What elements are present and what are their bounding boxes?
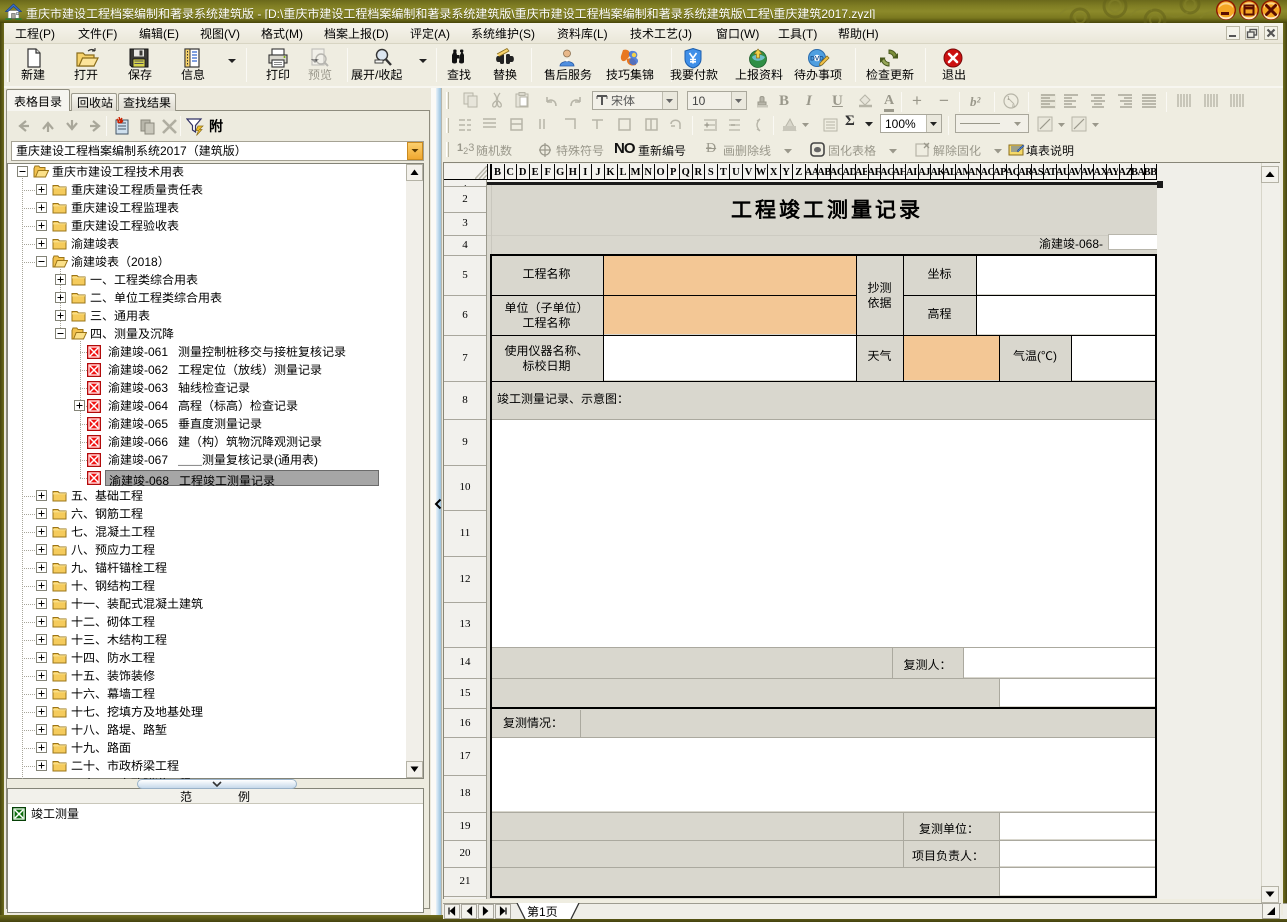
svg-text:1: 1 [1007, 96, 1010, 102]
svg-text:a: a [1012, 103, 1015, 109]
